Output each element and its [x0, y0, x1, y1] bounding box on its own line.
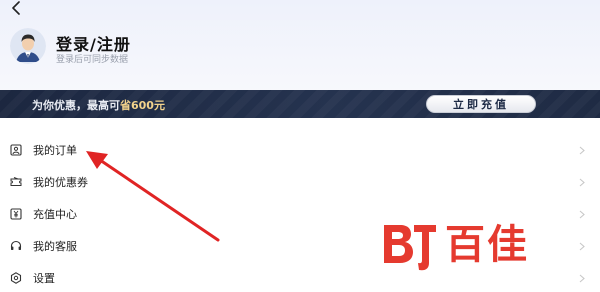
user-avatar-icon: [10, 28, 46, 64]
menu-item-label: 充值中心: [33, 208, 77, 221]
yen-icon: [10, 208, 22, 220]
vip-banner[interactable]: 为你优惠，最高可省600元 立即充值: [0, 90, 600, 118]
menu-item-coupons[interactable]: 我的优惠券: [0, 166, 600, 198]
chevron-right-icon: [578, 274, 586, 282]
chevron-right-icon: [578, 210, 586, 218]
watermark-logo: 百佳: [378, 219, 578, 279]
menu-item-label: 我的订单: [33, 144, 77, 157]
chevron-right-icon: [578, 178, 586, 186]
menu-item-label: 我的优惠券: [33, 176, 88, 189]
menu-item-orders[interactable]: 我的订单: [0, 134, 600, 166]
vip-promo-prefix: 为你优惠，最高可: [32, 99, 120, 112]
profile-header: 登录/注册 登录后可同步数据: [0, 0, 600, 92]
vip-promo-highlight: 省600元: [120, 99, 165, 112]
vip-promo-text: 为你优惠，最高可省600元: [32, 97, 165, 113]
avatar[interactable]: [10, 28, 46, 64]
login-subtitle: 登录后可同步数据: [56, 55, 129, 65]
coupon-icon: [10, 176, 22, 188]
chevron-right-icon: [578, 242, 586, 250]
recharge-now-button[interactable]: 立即充值: [426, 95, 536, 113]
settings-icon: [10, 272, 22, 284]
back-button[interactable]: [8, 0, 24, 16]
menu-item-label: 我的客服: [33, 240, 77, 253]
headset-icon: [10, 240, 22, 252]
watermark-emblem-icon: [384, 225, 436, 271]
chevron-right-icon: [578, 146, 586, 154]
menu-item-label: 设置: [33, 272, 55, 285]
chevron-left-icon: [12, 1, 20, 15]
watermark-text: 百佳: [445, 222, 529, 268]
order-icon: [10, 144, 22, 156]
